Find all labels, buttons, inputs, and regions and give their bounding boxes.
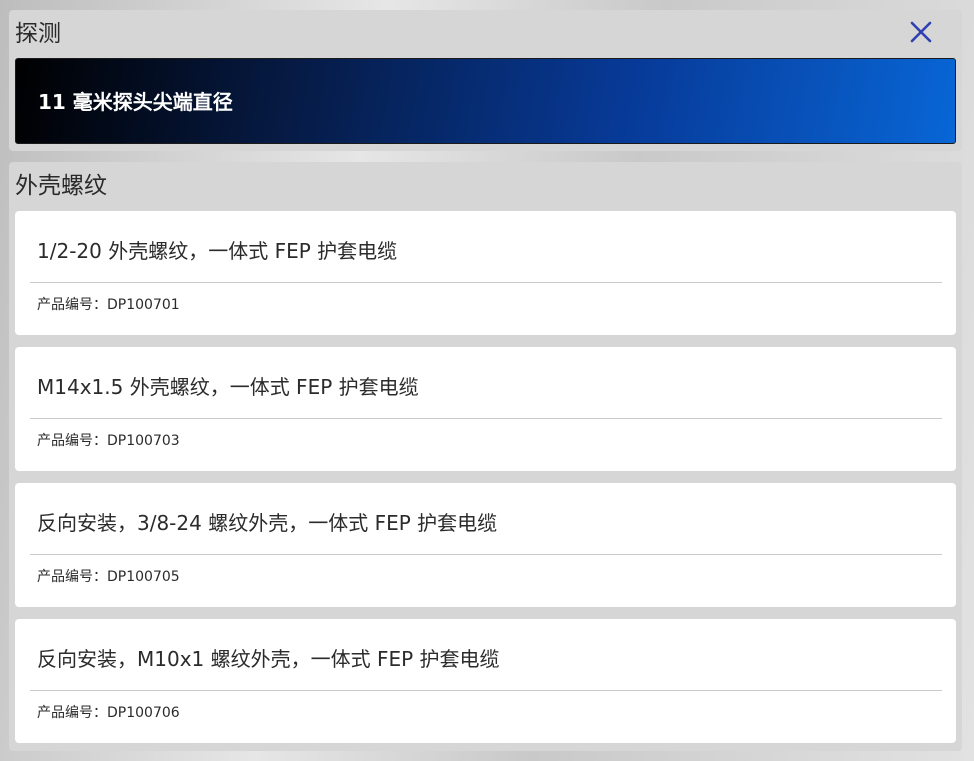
selected-probe-option[interactable]: 11 毫米探头尖端直径 bbox=[15, 58, 956, 144]
thread-option-title: 反向安装，M10x1 螺纹外壳，一体式 FEP 护套电缆 bbox=[37, 647, 500, 671]
part-number: 产品编号：DP100701 bbox=[37, 297, 180, 313]
thread-section-title: 外壳螺纹 bbox=[15, 173, 107, 199]
divider bbox=[30, 418, 942, 419]
thread-option-title: 反向安装，3/8-24 螺纹外壳，一体式 FEP 护套电缆 bbox=[37, 511, 498, 535]
part-number: 产品编号：DP100706 bbox=[37, 705, 180, 721]
probe-panel: 探测 11 毫米探头尖端直径 bbox=[9, 10, 962, 151]
probe-section-title: 探测 bbox=[15, 21, 61, 47]
divider bbox=[30, 282, 942, 283]
thread-option-card[interactable]: 反向安装，M10x1 螺纹外壳，一体式 FEP 护套电缆 产品编号：DP1007… bbox=[15, 619, 956, 743]
part-number: 产品编号：DP100705 bbox=[37, 569, 180, 585]
close-button[interactable] bbox=[908, 19, 934, 45]
thread-option-title: M14x1.5 外壳螺纹，一体式 FEP 护套电缆 bbox=[37, 375, 419, 399]
close-icon bbox=[910, 21, 932, 43]
thread-panel: 外壳螺纹 1/2-20 外壳螺纹，一体式 FEP 护套电缆 产品编号：DP100… bbox=[9, 162, 962, 751]
part-number: 产品编号：DP100703 bbox=[37, 433, 180, 449]
thread-option-card[interactable]: 1/2-20 外壳螺纹，一体式 FEP 护套电缆 产品编号：DP100701 bbox=[15, 211, 956, 335]
thread-option-card[interactable]: 反向安装，3/8-24 螺纹外壳，一体式 FEP 护套电缆 产品编号：DP100… bbox=[15, 483, 956, 607]
divider bbox=[30, 554, 942, 555]
divider bbox=[30, 690, 942, 691]
thread-option-card[interactable]: M14x1.5 外壳螺纹，一体式 FEP 护套电缆 产品编号：DP100703 bbox=[15, 347, 956, 471]
selected-probe-label: 11 毫米探头尖端直径 bbox=[38, 90, 233, 114]
thread-option-title: 1/2-20 外壳螺纹，一体式 FEP 护套电缆 bbox=[37, 239, 398, 263]
